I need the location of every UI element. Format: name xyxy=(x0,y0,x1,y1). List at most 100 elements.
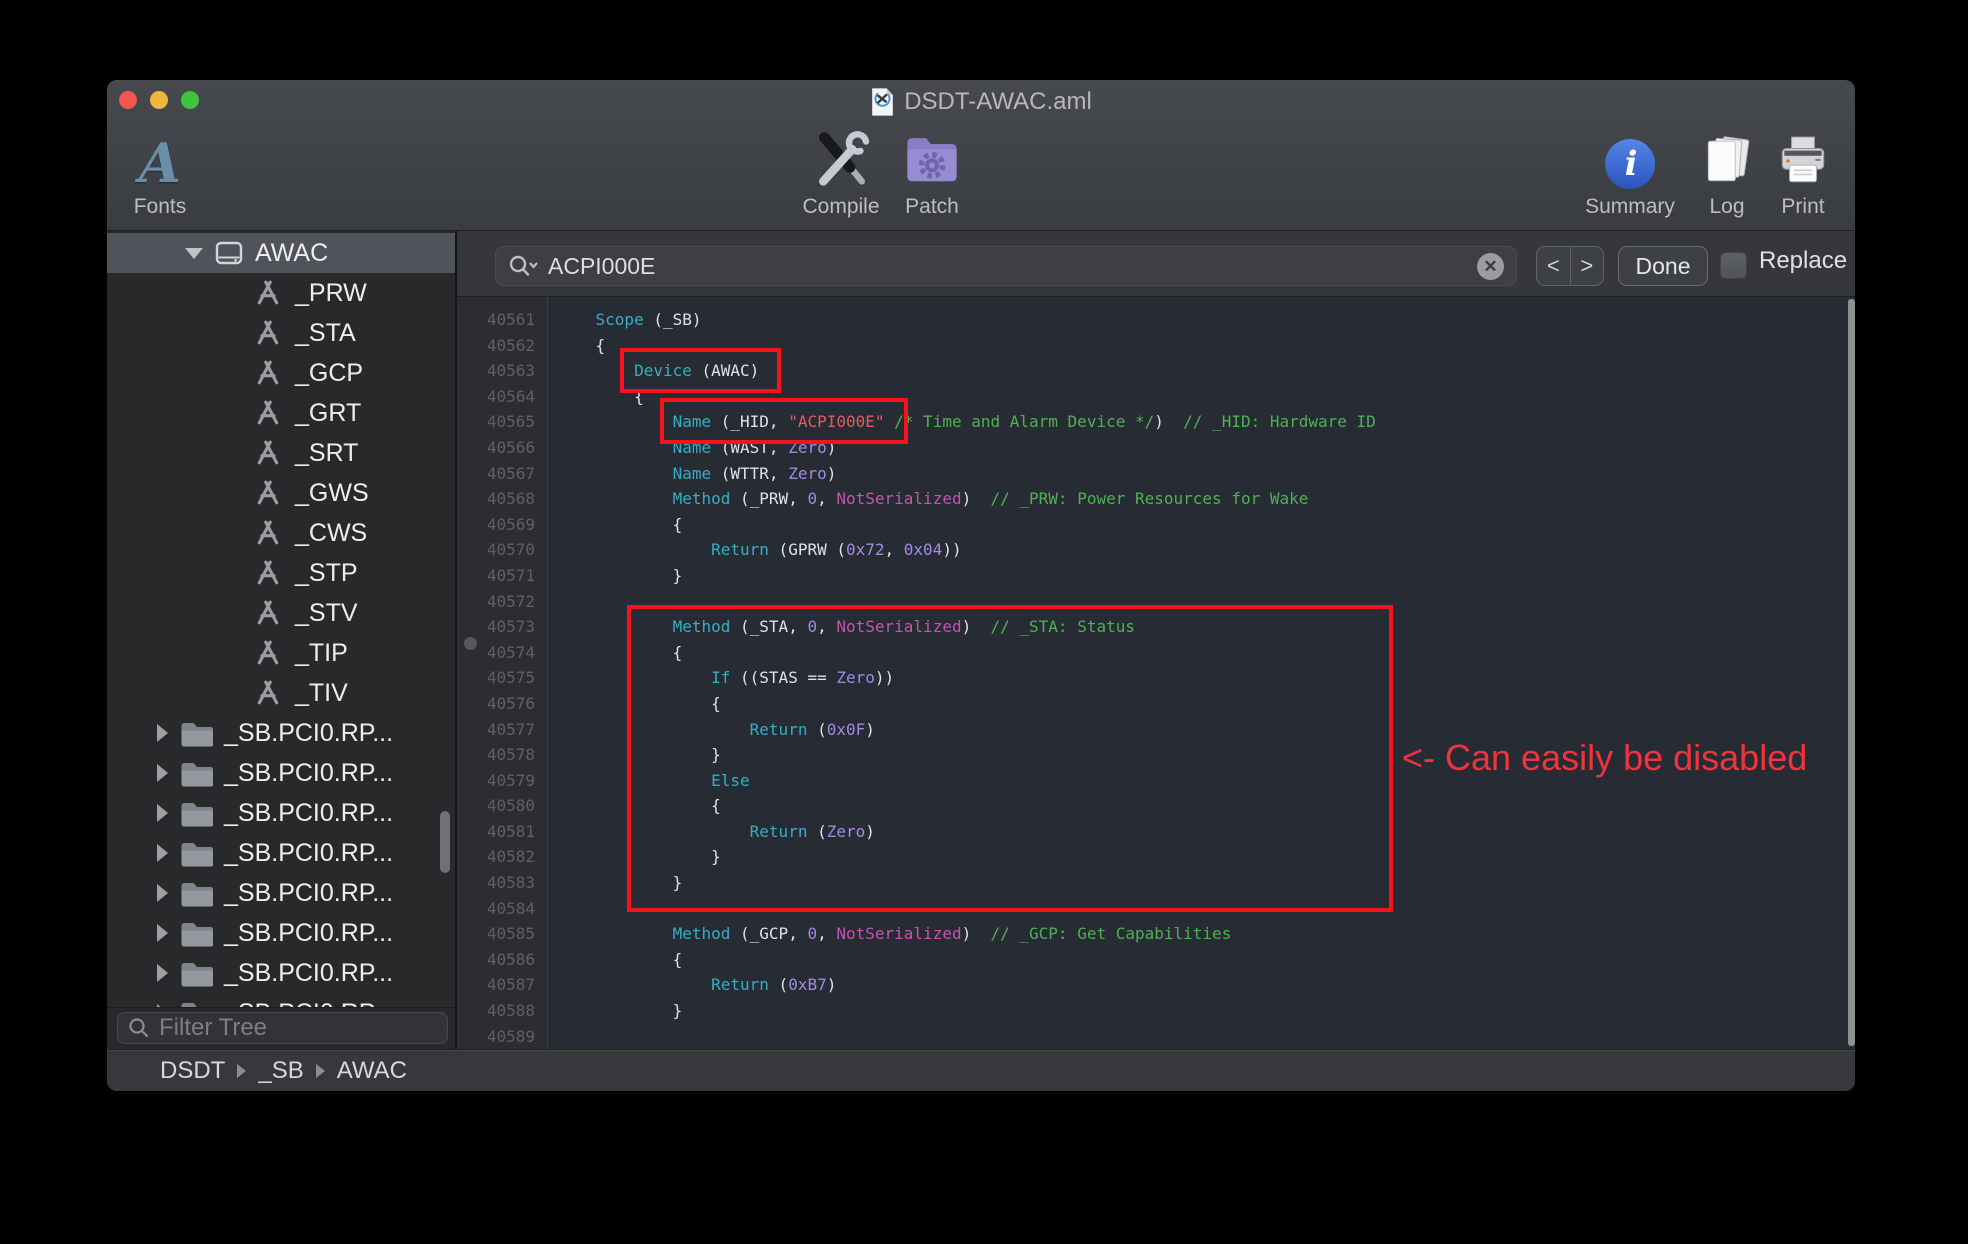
sidebar-item-label: _SB.PCI0.RP... xyxy=(224,839,393,868)
method-icon xyxy=(253,319,283,347)
code-line[interactable]: 40589 xyxy=(457,1024,1855,1050)
filter-bar: Filter Tree xyxy=(107,1007,455,1050)
breadcrumb-separator-icon xyxy=(237,1064,246,1078)
sidebar-item-method[interactable]: _SRT xyxy=(107,433,455,473)
disclosure-right-icon[interactable] xyxy=(157,844,168,862)
line-number: 40570 xyxy=(457,537,547,563)
code-line[interactable]: 40568 Method (_PRW, 0, NotSerialized) //… xyxy=(457,486,1855,512)
patch-icon xyxy=(902,129,962,191)
sidebar-item-label: _SB.PCI0.RP... xyxy=(224,799,393,828)
disclosure-right-icon[interactable] xyxy=(157,804,168,822)
sidebar-tree: AWAC_PRW _STA _GCP_GRT_SRT_GWS_CWS _STP _STV… xyxy=(107,231,455,1008)
sidebar-item-method[interactable]: _GCP xyxy=(107,353,455,393)
method-icon xyxy=(253,479,283,507)
code-editor[interactable]: 40561 Scope (_SB)40562 {40563 Device (AW… xyxy=(457,297,1855,1050)
log-toolbar-button[interactable]: Log xyxy=(1698,120,1756,218)
replace-checkbox[interactable] xyxy=(1720,252,1747,279)
sidebar-item-folder[interactable]: _SB.PCI0.RP... xyxy=(107,833,455,873)
code-text: Method (_GCP, 0, NotSerialized) // _GCP:… xyxy=(547,921,1231,947)
code-line[interactable]: 40561 Scope (_SB) xyxy=(457,307,1855,333)
print-icon xyxy=(1774,133,1832,191)
line-number: 40566 xyxy=(457,435,547,461)
annotation-box-hid-acpi000e xyxy=(660,398,908,444)
sidebar-item-method[interactable]: _CWS xyxy=(107,513,455,553)
sidebar-item-label: _TIP xyxy=(295,639,348,668)
disclosure-right-icon[interactable] xyxy=(157,724,168,742)
sidebar-scrollbar-thumb[interactable] xyxy=(440,811,450,873)
find-next-button[interactable]: > xyxy=(1571,247,1604,285)
sidebar-item-folder[interactable]: _SB.PCI0.RP... xyxy=(107,913,455,953)
patch-toolbar-button[interactable]: Patch xyxy=(902,120,962,218)
find-input[interactable]: ACPI000E ✕ xyxy=(495,246,1517,286)
code-line[interactable]: 40587 Return (0xB7) xyxy=(457,972,1855,998)
annotation-box-device-awac xyxy=(620,348,781,393)
compile-toolbar-button[interactable]: Compile xyxy=(802,120,879,218)
sidebar-item-label: _STP xyxy=(295,559,358,588)
filter-placeholder: Filter Tree xyxy=(159,1014,267,1042)
code-text: Method (_PRW, 0, NotSerialized) // _PRW:… xyxy=(547,486,1308,512)
breadcrumb-bar: DSDT _SB AWAC xyxy=(107,1049,1855,1091)
code-line[interactable]: 40586 { xyxy=(457,947,1855,973)
sidebar-item-method[interactable]: _PRW xyxy=(107,273,455,313)
fonts-toolbar-button[interactable]: A Fonts xyxy=(134,120,187,218)
method-icon xyxy=(253,399,283,427)
code-line[interactable]: 40569 { xyxy=(457,512,1855,538)
sidebar-item-method[interactable]: _TIV xyxy=(107,673,455,713)
done-button[interactable]: Done xyxy=(1618,246,1708,286)
breadcrumb-dsdt[interactable]: DSDT xyxy=(160,1057,225,1085)
fonts-label: Fonts xyxy=(134,196,187,218)
splitter-handle[interactable] xyxy=(464,637,477,650)
disclosure-right-icon[interactable] xyxy=(157,764,168,782)
sidebar-item-method[interactable]: _STP xyxy=(107,553,455,593)
disclosure-down-icon[interactable] xyxy=(185,248,203,259)
fonts-icon: A xyxy=(139,135,181,191)
disclosure-right-icon[interactable] xyxy=(157,964,168,982)
compile-icon xyxy=(811,129,871,191)
code-line[interactable]: 40567 Name (WTTR, Zero) xyxy=(457,461,1855,487)
line-number: 40561 xyxy=(457,307,547,333)
find-prev-next-control: < > xyxy=(1536,246,1604,286)
sidebar-item-folder[interactable]: _SB.PCI0.RP... xyxy=(107,753,455,793)
titlebar: DSDT-AWAC.aml xyxy=(107,86,1855,118)
clear-search-button[interactable]: ✕ xyxy=(1477,253,1504,280)
code-text xyxy=(547,1024,557,1050)
line-number: 40562 xyxy=(457,333,547,359)
sidebar-item-method[interactable]: _TIP xyxy=(107,633,455,673)
code-line[interactable]: 40570 Return (GPRW (0x72, 0x04)) xyxy=(457,537,1855,563)
compile-label: Compile xyxy=(802,196,879,218)
sidebar-item-awac[interactable]: AWAC xyxy=(107,233,455,273)
code-text: Name (WTTR, Zero) xyxy=(547,461,836,487)
code-line[interactable]: 40571 } xyxy=(457,563,1855,589)
code-text: Return (GPRW (0x72, 0x04)) xyxy=(547,537,962,563)
sidebar-item-folder[interactable]: _SB.PCI0.RP... xyxy=(107,873,455,913)
find-previous-button[interactable]: < xyxy=(1537,247,1571,285)
line-number: 40567 xyxy=(457,461,547,487)
summary-icon: i xyxy=(1603,137,1657,191)
sidebar-item-method[interactable]: _GRT xyxy=(107,393,455,433)
sidebar-item-method[interactable]: _STA xyxy=(107,313,455,353)
filter-tree-input[interactable]: Filter Tree xyxy=(117,1012,448,1044)
sidebar-item-label: _SB.PCI0.RP... xyxy=(224,719,393,748)
print-toolbar-button[interactable]: Print xyxy=(1774,120,1832,218)
code-line[interactable]: 40585 Method (_GCP, 0, NotSerialized) //… xyxy=(457,921,1855,947)
code-text: } xyxy=(547,563,682,589)
code-line[interactable]: 40588 } xyxy=(457,998,1855,1024)
breadcrumb-awac[interactable]: AWAC xyxy=(337,1057,407,1085)
breadcrumb-sb[interactable]: _SB xyxy=(258,1057,303,1085)
sidebar-item-folder[interactable]: _SB.PCI0.RP... xyxy=(107,953,455,993)
method-icon xyxy=(253,639,283,667)
sidebar-item-method[interactable]: _GWS xyxy=(107,473,455,513)
editor-scrollbar[interactable] xyxy=(1848,299,1855,1046)
main-content: AWAC_PRW _STA _GCP_GRT_SRT_GWS_CWS _STP _STV… xyxy=(107,231,1855,1050)
sidebar-item-label: _STA xyxy=(295,319,356,348)
disclosure-right-icon[interactable] xyxy=(157,884,168,902)
summary-toolbar-button[interactable]: i Summary xyxy=(1585,120,1675,218)
code-text: { xyxy=(547,512,682,538)
sidebar-item-method[interactable]: _STV xyxy=(107,593,455,633)
sidebar-item-folder[interactable]: _SB.PCI0.RP... xyxy=(107,793,455,833)
disclosure-right-icon[interactable] xyxy=(157,924,168,942)
line-number: 40584 xyxy=(457,896,547,922)
sidebar-item-folder[interactable]: _SB.PCI0.RP... xyxy=(107,713,455,753)
sidebar-item-folder[interactable]: _SB.PCI0.RP xyxy=(107,993,455,1008)
sidebar: AWAC_PRW _STA _GCP_GRT_SRT_GWS_CWS _STP _STV… xyxy=(107,231,455,1050)
